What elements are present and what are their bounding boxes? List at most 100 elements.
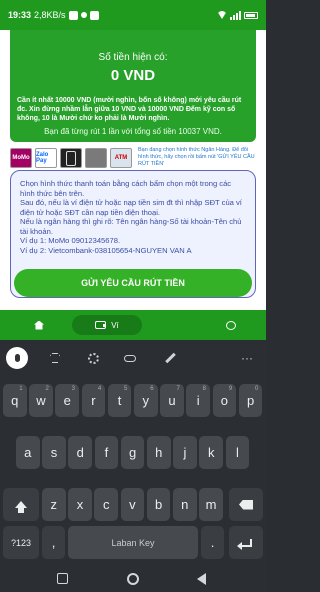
cloud-icon: [124, 354, 136, 362]
key-label: t: [117, 393, 122, 408]
key-number-hint: 1: [19, 386, 23, 392]
comma-key[interactable]: ,: [42, 526, 65, 559]
key-g[interactable]: g: [120, 436, 145, 469]
instruction-line: Chọn hình thức thanh toán bằng cách bấm …: [20, 179, 232, 198]
zalopay-method-button[interactable]: Zalo Pay: [35, 148, 57, 168]
key-label: y: [142, 393, 150, 408]
bottom-nav: Ví: [0, 310, 266, 340]
period-key[interactable]: .: [201, 526, 224, 559]
key-q[interactable]: q1: [3, 384, 27, 417]
key-f[interactable]: f: [94, 436, 119, 469]
key-label: l: [235, 445, 239, 460]
home-icon: [34, 320, 44, 330]
recent-apps-button[interactable]: [57, 573, 68, 584]
key-j[interactable]: j: [173, 436, 197, 469]
status-time: 19:33: [8, 10, 32, 20]
key-x[interactable]: x: [68, 488, 92, 521]
instruction-line: Sau đó, nếu là ví điện tử hoặc nạp tiền …: [20, 198, 242, 217]
voice-input-button[interactable]: [6, 347, 28, 369]
enter-icon: [237, 538, 252, 550]
key-z[interactable]: z: [42, 488, 66, 521]
keyboard: ··· ?123 , Laban Key . q1w2e3r4t5y6u7i8o…: [0, 340, 266, 566]
notification-icon: [68, 10, 78, 20]
app-notification-icon: [89, 10, 99, 20]
more-options-button[interactable]: ···: [238, 349, 256, 367]
microphone-icon: [14, 354, 20, 362]
key-label: v: [129, 497, 136, 512]
key-label: h: [155, 445, 163, 460]
wallet-icon: [95, 321, 107, 329]
key-number-hint: 4: [97, 386, 102, 392]
key-u[interactable]: u7: [160, 384, 184, 417]
balance-label: Số tiền hiện có:: [98, 52, 168, 63]
space-key[interactable]: Laban Key: [68, 526, 198, 559]
system-nav: [0, 566, 266, 592]
key-label: w: [36, 393, 46, 408]
key-label: p: [246, 393, 255, 408]
pencil-icon: [164, 352, 176, 364]
cloud-button[interactable]: [121, 349, 139, 367]
theme-button[interactable]: [46, 349, 64, 367]
backspace-key[interactable]: [229, 488, 263, 521]
key-label: n: [181, 497, 189, 512]
keyboard-toolbar: ···: [0, 340, 266, 376]
key-label: d: [76, 445, 84, 460]
battery-icon: [244, 11, 258, 19]
key-label: k: [207, 445, 215, 460]
status-bar: 19:33 2,8KB/s: [0, 0, 266, 30]
instruction-line: Nếu là ngân hàng thì ghi rõ: Tên ngân hà…: [20, 217, 242, 236]
key-number-hint: 0: [255, 386, 259, 392]
key-label: f: [104, 445, 109, 460]
key-b[interactable]: b: [146, 488, 171, 521]
withdraw-rules: Cần ít nhất 10000 VND (mười nghìn, bốn s…: [17, 97, 242, 122]
nav-wallet-label: Ví: [111, 320, 119, 330]
key-m[interactable]: m: [199, 488, 223, 521]
submit-withdraw-button[interactable]: GỬI YÊU CẦU RÚT TIỀN: [14, 269, 252, 297]
shift-icon: [15, 501, 27, 513]
key-h[interactable]: h: [147, 436, 171, 469]
card-method-button[interactable]: [85, 148, 107, 168]
phone-topup-method-button[interactable]: [60, 148, 82, 168]
nav-wallet-button[interactable]: Ví: [72, 315, 142, 335]
notification-dot-icon: [80, 12, 87, 18]
key-c[interactable]: c: [94, 488, 118, 521]
network-speed: 2,8KB/s: [34, 10, 66, 20]
key-y[interactable]: y6: [134, 384, 158, 417]
edit-button[interactable]: [161, 349, 179, 367]
key-o[interactable]: o9: [212, 384, 237, 417]
keyboard-settings-button[interactable]: [84, 349, 102, 367]
key-label: a: [24, 445, 32, 460]
key-label: x: [76, 497, 84, 512]
key-v[interactable]: v: [120, 488, 145, 521]
shift-key[interactable]: [3, 488, 39, 521]
key-label: j: [183, 445, 187, 460]
key-t[interactable]: t5: [107, 384, 132, 417]
nav-messenger-button[interactable]: [220, 315, 242, 335]
key-n[interactable]: n: [173, 488, 197, 521]
signal-icon: [230, 10, 241, 20]
key-number-hint: 3: [71, 386, 75, 392]
key-label: g: [128, 445, 137, 460]
nav-home-button[interactable]: [28, 315, 50, 335]
key-label: q: [11, 393, 19, 408]
enter-key[interactable]: [229, 526, 263, 559]
key-e[interactable]: e3: [55, 384, 79, 417]
key-s[interactable]: s: [42, 436, 66, 469]
key-a[interactable]: a: [16, 436, 40, 469]
key-w[interactable]: w2: [29, 384, 53, 417]
key-l[interactable]: l: [225, 436, 250, 469]
back-button[interactable]: [197, 573, 206, 585]
home-button[interactable]: [127, 573, 139, 585]
symbols-key[interactable]: ?123: [3, 526, 39, 559]
balance-amount: 0 VND: [110, 67, 156, 84]
key-label: m: [205, 497, 217, 512]
key-i[interactable]: i8: [186, 384, 210, 417]
key-p[interactable]: p0: [238, 384, 263, 417]
bank-method-button[interactable]: ATM: [110, 148, 132, 168]
key-k[interactable]: k: [199, 436, 223, 469]
momo-method-button[interactable]: MoMo: [10, 148, 32, 168]
backspace-icon: [239, 499, 253, 510]
key-number-hint: 7: [176, 386, 180, 392]
key-r[interactable]: r4: [81, 384, 106, 417]
key-d[interactable]: d: [68, 436, 92, 469]
